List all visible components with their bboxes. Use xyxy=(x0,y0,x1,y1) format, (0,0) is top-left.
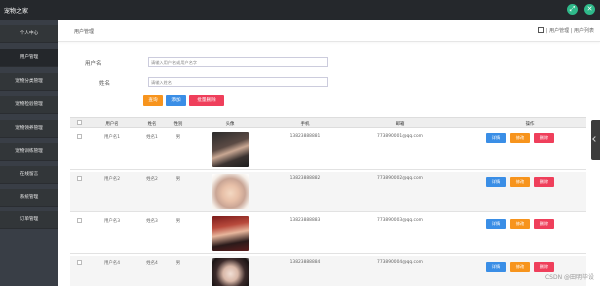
sidebar-item-system[interactable]: 系统管理 xyxy=(0,189,58,207)
avatar xyxy=(212,174,249,209)
edit-button[interactable]: 修改 xyxy=(510,133,530,143)
cell-gender: 男 xyxy=(175,135,181,140)
username-input[interactable] xyxy=(148,57,328,67)
delete-button[interactable]: 删除 xyxy=(534,219,554,229)
sidebar-item-orders[interactable]: 订单管理 xyxy=(0,211,58,229)
cell-username: 用户名3 xyxy=(104,219,120,224)
detail-button[interactable]: 详情 xyxy=(486,262,506,272)
sidebar-item-pet-check[interactable]: 宠物检验管理 xyxy=(0,96,58,114)
column-email: 邮箱 xyxy=(395,122,405,127)
cell-name: 姓名1 xyxy=(146,135,158,140)
detail-button[interactable]: 详情 xyxy=(486,177,506,187)
table-row: 用户名1 姓名1 男 13823888881 773890001@qq.com … xyxy=(70,130,586,170)
expand-icon[interactable]: ⤢ xyxy=(567,4,578,15)
column-phone: 手机 xyxy=(300,122,310,127)
column-avatar: 头像 xyxy=(225,122,235,127)
close-icon[interactable]: ✕ xyxy=(584,4,595,15)
delete-button[interactable]: 删除 xyxy=(534,262,554,272)
delete-button[interactable]: 删除 xyxy=(534,177,554,187)
cell-username: 用户名1 xyxy=(104,135,120,140)
cell-name: 姓名3 xyxy=(146,219,158,224)
column-name: 姓名 xyxy=(147,122,157,127)
sidebar-item-messages[interactable]: 在线留言 xyxy=(0,166,58,184)
add-button[interactable]: 添加 xyxy=(166,95,186,106)
top-bar: 宠物之家 ⤢ ✕ xyxy=(0,0,600,20)
table-header: 用户名 姓名 性别 头像 手机 邮箱 操作 xyxy=(70,117,586,128)
cell-name: 姓名4 xyxy=(146,261,158,266)
column-username: 用户名 xyxy=(105,122,119,127)
sidebar-item-pet-training[interactable]: 宠物训练管理 xyxy=(0,143,58,161)
cell-phone: 13823888881 xyxy=(289,134,321,139)
cell-email: 773890003@qq.com xyxy=(377,218,423,223)
column-gender: 性别 xyxy=(173,122,183,127)
avatar xyxy=(212,132,249,167)
detail-button[interactable]: 详情 xyxy=(486,133,506,143)
breadcrumb: | 用户管理 | 用户列表 xyxy=(537,27,594,34)
delete-button[interactable]: 删除 xyxy=(534,133,554,143)
avatar xyxy=(212,258,249,286)
batch-delete-button[interactable]: 批量删除 xyxy=(189,95,224,106)
cell-email: 773890001@qq.com xyxy=(377,134,423,139)
cell-phone: 13823888882 xyxy=(289,176,321,181)
row-checkbox[interactable] xyxy=(77,134,82,139)
cell-phone: 13823888884 xyxy=(289,260,321,265)
row-checkbox[interactable] xyxy=(77,218,82,223)
row-checkbox[interactable] xyxy=(77,176,82,181)
cell-name: 姓名2 xyxy=(146,177,158,182)
sidebar-item-profile[interactable]: 个人中心 xyxy=(0,25,58,43)
home-icon[interactable] xyxy=(537,27,544,33)
edit-button[interactable]: 修改 xyxy=(510,219,530,229)
cell-gender: 男 xyxy=(175,177,181,182)
sidebar-item-users[interactable]: 用户管理 xyxy=(0,49,58,67)
watermark: CSDN @田明毕设 xyxy=(544,274,594,281)
cell-gender: 男 xyxy=(175,261,181,266)
avatar xyxy=(212,216,249,251)
cell-email: 773890002@qq.com xyxy=(377,176,423,181)
cell-gender: 男 xyxy=(175,219,181,224)
side-scroll-tab[interactable] xyxy=(591,120,600,160)
cell-email: 773890004@qq.com xyxy=(377,260,423,265)
column-actions: 操作 xyxy=(525,122,535,127)
row-checkbox[interactable] xyxy=(77,260,82,265)
chevron-left-icon xyxy=(592,136,598,142)
breadcrumb-path[interactable]: | 用户管理 | 用户列表 xyxy=(546,28,594,34)
sidebar-item-pet-category[interactable]: 宠物分类管理 xyxy=(0,73,58,91)
cell-phone: 13823888883 xyxy=(289,218,321,223)
table-row: 用户名4 姓名4 男 13823888884 773890004@qq.com … xyxy=(70,256,586,286)
main-content: 用户管理 | 用户管理 | 用户列表 用户名 姓名 查询 添加 批量删除 用户名… xyxy=(58,20,600,286)
username-label: 用户名 xyxy=(85,61,102,67)
name-input[interactable] xyxy=(148,77,328,87)
table-row: 用户名2 姓名2 男 13823888882 773890002@qq.com … xyxy=(70,172,586,212)
edit-button[interactable]: 修改 xyxy=(510,177,530,187)
name-label: 姓名 xyxy=(99,81,111,87)
edit-button[interactable]: 修改 xyxy=(510,262,530,272)
page-title: 用户管理 xyxy=(74,29,95,35)
sidebar: 个人中心 用户管理 宠物分类管理 宠物检验管理 宠物领养管理 宠物训练管理 在线… xyxy=(0,20,58,286)
cell-username: 用户名4 xyxy=(104,261,120,266)
select-all-checkbox[interactable] xyxy=(77,120,82,125)
detail-button[interactable]: 详情 xyxy=(486,219,506,229)
search-button[interactable]: 查询 xyxy=(143,95,163,106)
app-title: 宠物之家 xyxy=(4,8,29,15)
table-row: 用户名3 姓名3 男 13823888883 773890003@qq.com … xyxy=(70,214,586,254)
sidebar-item-pet-adopt[interactable]: 宠物领养管理 xyxy=(0,120,58,138)
cell-username: 用户名2 xyxy=(104,177,120,182)
breadcrumb-bar: 用户管理 | 用户管理 | 用户列表 xyxy=(58,20,600,42)
